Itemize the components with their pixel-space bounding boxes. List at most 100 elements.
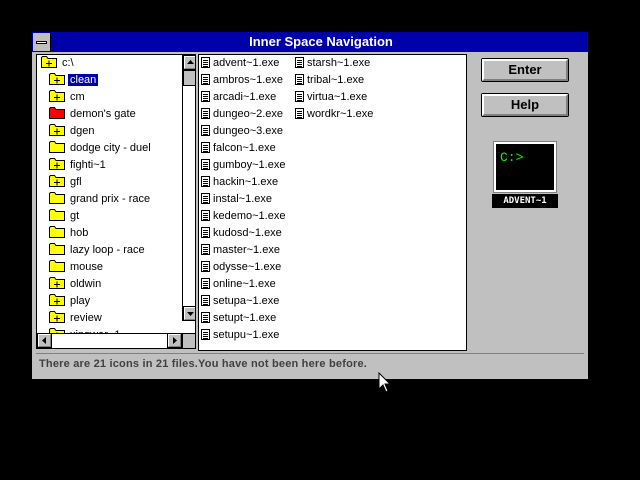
- document-icon: [295, 91, 304, 102]
- folder-plus-icon: [49, 294, 65, 306]
- file-item[interactable]: tribal~1.exe: [295, 72, 364, 89]
- folder-icon: [49, 260, 65, 272]
- file-name: arcadi~1.exe: [213, 91, 277, 103]
- tree-item[interactable]: hob: [49, 225, 90, 242]
- file-item[interactable]: falcon~1.exe: [201, 140, 276, 157]
- file-item[interactable]: arcadi~1.exe: [201, 89, 276, 106]
- system-menu-button[interactable]: [33, 33, 51, 51]
- tree-item[interactable]: dgen: [49, 123, 96, 140]
- file-item[interactable]: online~1.exe: [201, 276, 276, 293]
- status-text: There are 21 icons in 21 files.You have …: [39, 358, 368, 370]
- file-name: tribal~1.exe: [307, 74, 365, 86]
- tree-item[interactable]: lazy loop - race: [49, 242, 147, 259]
- file-name: kedemo~1.exe: [213, 210, 286, 222]
- dos-prompt-icon: C:>: [493, 141, 557, 193]
- document-icon: [201, 176, 210, 187]
- file-name: kudosd~1.exe: [213, 227, 282, 239]
- folder-icon: [49, 243, 65, 255]
- file-item[interactable]: master~1.exe: [201, 242, 280, 259]
- tree-item[interactable]: dodge city - duel: [49, 140, 153, 157]
- arrow-up-icon: [187, 60, 194, 64]
- file-name: master~1.exe: [213, 244, 280, 256]
- file-item[interactable]: setupt~1.exe: [201, 310, 276, 327]
- document-icon: [295, 74, 304, 85]
- tree-item[interactable]: oldwin: [49, 276, 103, 293]
- scroll-down-button[interactable]: [183, 306, 195, 321]
- file-item[interactable]: dungeo~2.exe: [201, 106, 283, 123]
- scrollbar-corner: [182, 333, 195, 348]
- arrow-left-icon: [42, 337, 46, 344]
- tree-item[interactable]: mouse: [49, 259, 105, 276]
- file-list[interactable]: advent~1.exe ambros~1.exe arcadi~1.exe dung…: [198, 54, 467, 351]
- tree-item-label: cm: [70, 91, 85, 103]
- status-bar: There are 21 icons in 21 files.You have …: [36, 353, 584, 375]
- file-name: virtua~1.exe: [307, 91, 368, 103]
- file-item[interactable]: starsh~1.exe: [295, 55, 370, 72]
- document-icon: [295, 108, 304, 119]
- tree-horizontal-scrollbar[interactable]: [37, 333, 182, 348]
- tree-item[interactable]: play: [49, 293, 92, 310]
- file-name: dungeo~2.exe: [213, 108, 284, 120]
- document-icon: [201, 125, 210, 136]
- tree-item-label: oldwin: [70, 278, 102, 290]
- file-item[interactable]: gumboy~1.exe: [201, 157, 285, 174]
- tree-item[interactable]: c:\: [41, 55, 76, 72]
- file-item[interactable]: dungeo~3.exe: [201, 123, 283, 140]
- document-icon: [201, 57, 210, 68]
- file-name: odysse~1.exe: [213, 261, 282, 273]
- directory-tree[interactable]: c:\ clean cm demon's gate dgen dodge city - d…: [36, 54, 196, 349]
- document-icon: [201, 159, 210, 170]
- file-item[interactable]: setupa~1.exe: [201, 293, 279, 310]
- tree-vertical-scrollbar[interactable]: [182, 55, 195, 321]
- folder-plus-icon: [49, 90, 65, 102]
- window-title: Inner Space Navigation: [249, 34, 393, 49]
- help-button[interactable]: Help: [481, 93, 569, 117]
- document-icon: [201, 142, 210, 153]
- tree-item[interactable]: grand prix - race: [49, 191, 152, 208]
- file-item[interactable]: odysse~1.exe: [201, 259, 281, 276]
- file-name: online~1.exe: [213, 278, 276, 290]
- folder-plus-icon: [49, 277, 65, 289]
- tree-item[interactable]: gfl: [49, 174, 84, 191]
- file-item[interactable]: wordkr~1.exe: [295, 106, 373, 123]
- navigation-window: Inner Space Navigation c:\ clean cm demon's…: [31, 31, 589, 380]
- tree-item[interactable]: cm: [49, 89, 87, 106]
- document-icon: [201, 91, 210, 102]
- file-name: starsh~1.exe: [307, 57, 371, 69]
- file-item[interactable]: hackin~1.exe: [201, 174, 278, 191]
- document-icon: [201, 295, 210, 306]
- document-icon: [201, 261, 210, 272]
- file-name: instal~1.exe: [213, 193, 273, 205]
- folder-icon: [49, 141, 65, 153]
- file-item[interactable]: virtua~1.exe: [295, 89, 367, 106]
- folder-red-icon: [49, 107, 65, 119]
- document-icon: [201, 244, 210, 255]
- tree-item[interactable]: gt: [49, 208, 81, 225]
- tree-item[interactable]: clean: [49, 72, 99, 89]
- document-icon: [201, 312, 210, 323]
- scroll-left-button[interactable]: [37, 333, 52, 348]
- file-item[interactable]: setupu~1.exe: [201, 327, 279, 344]
- folder-open-icon: [41, 56, 57, 68]
- program-icon-preview[interactable]: C:> ADVENT~1: [492, 141, 558, 208]
- file-name: hackin~1.exe: [213, 176, 279, 188]
- file-item[interactable]: advent~1.exe: [201, 55, 279, 72]
- scroll-up-button[interactable]: [183, 55, 195, 70]
- tree-item[interactable]: review: [49, 310, 104, 327]
- enter-button[interactable]: Enter: [481, 58, 569, 82]
- tree-item-label: c:\: [62, 57, 74, 69]
- scroll-thumb[interactable]: [183, 70, 195, 86]
- scroll-right-button[interactable]: [167, 333, 182, 348]
- file-name: falcon~1.exe: [213, 142, 276, 154]
- file-name: gumboy~1.exe: [213, 159, 286, 171]
- file-item[interactable]: kedemo~1.exe: [201, 208, 285, 225]
- title-bar[interactable]: Inner Space Navigation: [32, 32, 588, 52]
- tree-item[interactable]: fighti~1: [49, 157, 108, 174]
- tree-item[interactable]: demon's gate: [49, 106, 138, 123]
- file-item[interactable]: instal~1.exe: [201, 191, 272, 208]
- tree-item-label: mouse: [70, 261, 104, 273]
- file-item[interactable]: kudosd~1.exe: [201, 225, 282, 242]
- file-item[interactable]: ambros~1.exe: [201, 72, 283, 89]
- tree-item-label: dgen: [70, 125, 95, 137]
- folder-icon: [49, 209, 65, 221]
